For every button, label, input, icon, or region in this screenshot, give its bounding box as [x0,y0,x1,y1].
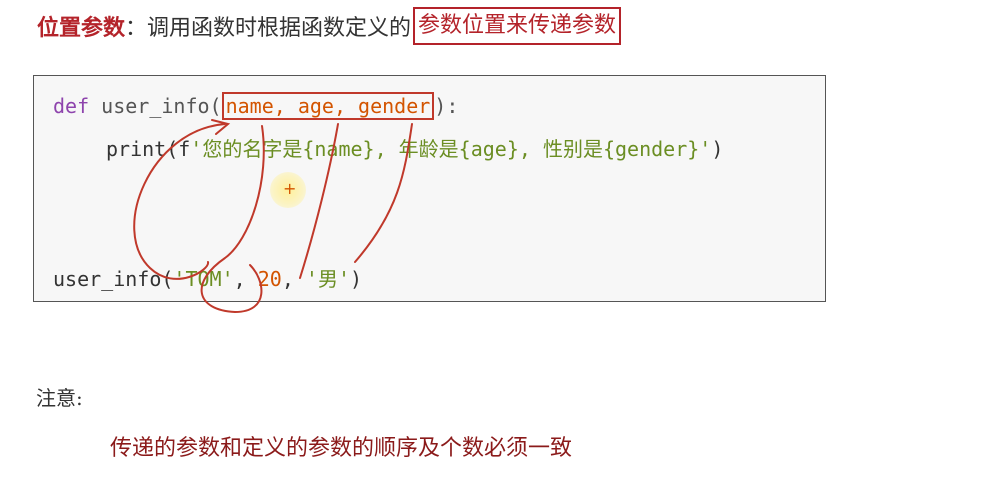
annotation-arrowhead [211,119,231,135]
note-label: 注意: [36,386,83,410]
annotation-arrow-name-loop [200,125,265,314]
handwritten-annotations [133,119,413,314]
annotation-arrow-gender [354,123,413,263]
note-text: 传递的参数和定义的参数的顺序及个数必须一致 [110,436,573,461]
annotation-arrow-name [133,123,226,280]
annotation-arrow-age [299,123,339,279]
